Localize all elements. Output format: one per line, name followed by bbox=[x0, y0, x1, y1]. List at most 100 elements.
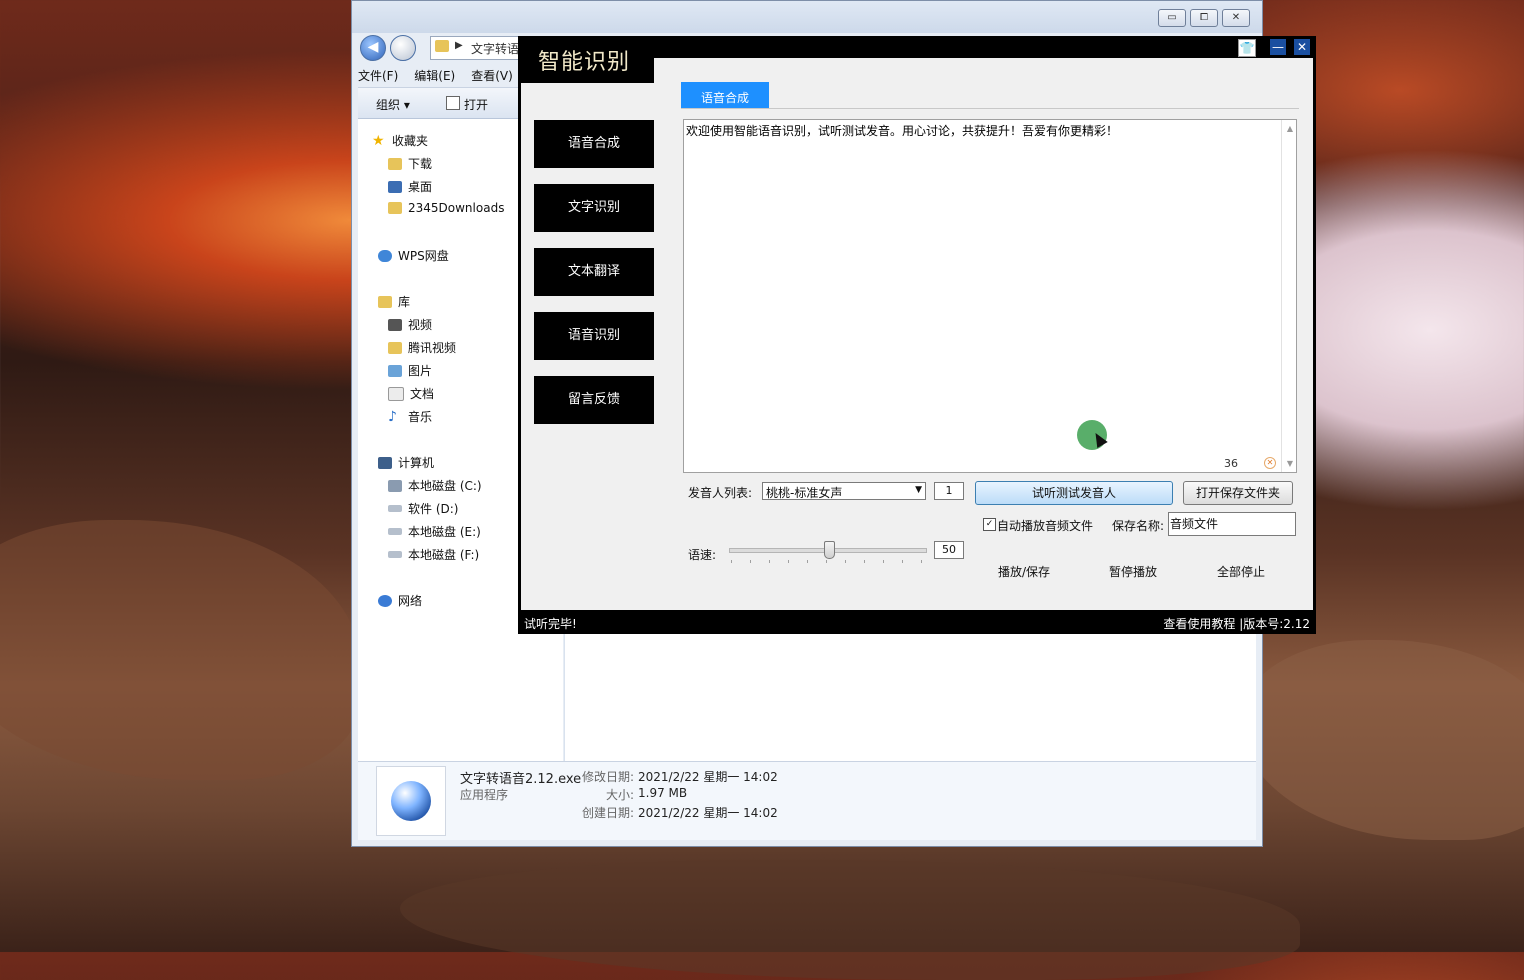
speaker-label: 发音人列表: bbox=[688, 486, 753, 500]
tree-label: 腾讯视频 bbox=[408, 341, 457, 355]
tab-divider bbox=[681, 108, 1299, 109]
created-value: 2021/2/22 星期一 14:02 bbox=[638, 806, 778, 820]
file-thumbnail bbox=[376, 766, 446, 836]
minimize-button[interactable]: ▭ bbox=[1158, 9, 1186, 27]
speed-slider-thumb[interactable] bbox=[824, 541, 835, 559]
menu-edit[interactable]: 编辑(E) bbox=[414, 67, 455, 84]
status-bar: 试听完毕! 查看使用教程 |版本号:2.12 bbox=[518, 610, 1316, 634]
library-icon bbox=[378, 295, 392, 308]
desktop-wallpaper-shape bbox=[400, 860, 1300, 980]
chevron-down-icon: ▼ bbox=[915, 485, 922, 495]
speed-value[interactable]: 50 bbox=[934, 541, 964, 559]
picture-icon bbox=[388, 364, 402, 377]
tree-network[interactable]: 网络 bbox=[378, 592, 422, 609]
tree-label: 本地磁盘 (E:) bbox=[408, 525, 481, 539]
drive-icon bbox=[388, 528, 402, 535]
tutorial-version-link[interactable]: 查看使用教程 |版本号:2.12 bbox=[1163, 615, 1310, 632]
tree-drive-f[interactable]: 本地磁盘 (F:) bbox=[388, 546, 479, 563]
skin-button[interactable]: 👕 bbox=[1238, 39, 1256, 57]
tree-desktop[interactable]: 桌面 bbox=[388, 178, 432, 195]
tree-label: 2345Downloads bbox=[408, 201, 505, 215]
tree-wps-cloud[interactable]: WPS网盘 bbox=[378, 247, 449, 264]
sidebar-item-text-translation[interactable]: 文本翻译 bbox=[534, 248, 654, 296]
network-icon bbox=[378, 594, 392, 607]
file-name: 文字转语音2.12.exe bbox=[460, 772, 582, 787]
clear-icon[interactable]: ✕ bbox=[1264, 457, 1276, 469]
open-folder-button[interactable]: 打开保存文件夹 bbox=[1183, 481, 1293, 505]
app-minimize-button[interactable]: — bbox=[1270, 39, 1286, 55]
tree-drive-d[interactable]: 软件 (D:) bbox=[388, 500, 458, 517]
tree-downloads[interactable]: 下载 bbox=[388, 155, 432, 172]
speaker-select[interactable]: 桃桃-标准女声 ▼ bbox=[762, 482, 926, 500]
tree-favorites[interactable]: ★ 收藏夹 bbox=[372, 132, 428, 149]
tree-label: 桌面 bbox=[408, 180, 433, 194]
desktop-wallpaper-shape bbox=[0, 520, 360, 780]
drive-icon bbox=[388, 505, 402, 512]
app-title: 智能识别 bbox=[538, 50, 631, 75]
save-name-input[interactable]: 音频文件 bbox=[1168, 512, 1296, 536]
tree-computer[interactable]: 计算机 bbox=[378, 454, 434, 471]
tree-pictures[interactable]: 图片 bbox=[388, 362, 432, 379]
size-value: 1.97 MB bbox=[638, 786, 688, 800]
folder-icon bbox=[435, 40, 449, 52]
tree-label: 下载 bbox=[408, 157, 433, 171]
explorer-titlebar: ▭ ⧠ ✕ bbox=[352, 1, 1262, 33]
organize-button[interactable]: 组织 ▾ bbox=[376, 96, 410, 113]
tree-label: 收藏夹 bbox=[392, 134, 429, 148]
tree-documents[interactable]: 文档 bbox=[388, 385, 434, 402]
tree-2345downloads[interactable]: 2345Downloads bbox=[388, 201, 504, 215]
tree-label: 音乐 bbox=[408, 410, 433, 424]
details-pane: 文字转语音2.12.exe 应用程序 修改日期: 2021/2/22 星期一 1… bbox=[358, 761, 1256, 840]
video-icon bbox=[388, 318, 402, 331]
scroll-up-icon[interactable]: ▲ bbox=[1287, 124, 1293, 133]
preview-speaker-button[interactable]: 试听测试发音人 bbox=[975, 481, 1173, 505]
tree-tencent-video[interactable]: 腾讯视频 bbox=[388, 339, 456, 356]
star-icon: ★ bbox=[372, 132, 385, 149]
tree-label: 本地磁盘 (F:) bbox=[408, 548, 480, 562]
sidebar-item-speech-synthesis[interactable]: 语音合成 bbox=[534, 120, 654, 168]
scroll-down-icon[interactable]: ▼ bbox=[1287, 459, 1293, 468]
cloud-icon bbox=[378, 249, 392, 262]
speaker-count[interactable]: 1 bbox=[934, 482, 964, 500]
stop-all-button[interactable]: 全部停止 bbox=[1217, 563, 1265, 580]
tree-label: 网络 bbox=[398, 594, 423, 608]
created-label: 创建日期: bbox=[582, 806, 635, 820]
vertical-scrollbar[interactable]: ▲ ▼ bbox=[1281, 120, 1296, 472]
open-button[interactable]: 打开 bbox=[464, 96, 488, 113]
download-folder-icon bbox=[388, 157, 402, 170]
app-exe-icon bbox=[391, 781, 431, 821]
tree-drive-e[interactable]: 本地磁盘 (E:) bbox=[388, 523, 481, 540]
autoplay-checkbox[interactable]: ✓ bbox=[983, 518, 996, 531]
maximize-button[interactable]: ⧠ bbox=[1190, 9, 1218, 27]
tree-label: 计算机 bbox=[398, 456, 435, 470]
speed-slider-ticks bbox=[731, 560, 925, 563]
tree-label: 本地磁盘 (C:) bbox=[408, 479, 482, 493]
back-button[interactable]: ◀ bbox=[360, 35, 386, 61]
tree-music[interactable]: ♪ 音乐 bbox=[388, 408, 432, 425]
sidebar-item-text-recognition[interactable]: 文字识别 bbox=[534, 184, 654, 232]
menu-view[interactable]: 查看(V) bbox=[471, 67, 513, 84]
app-close-button[interactable]: ✕ bbox=[1294, 39, 1310, 55]
synthesis-text-input[interactable]: 欢迎使用智能语音识别，试听测试发音。用心讨论，共获提升！吾爱有你更精彩！ ▲ ▼… bbox=[683, 119, 1297, 473]
tree-libraries[interactable]: 库 bbox=[378, 293, 410, 310]
open-icon bbox=[446, 96, 460, 110]
document-icon bbox=[388, 386, 404, 401]
save-name-label: 保存名称: bbox=[1112, 519, 1165, 533]
drive-icon bbox=[388, 479, 402, 492]
sidebar-item-feedback[interactable]: 留言反馈 bbox=[534, 376, 654, 424]
chevron-right-icon: ▶ bbox=[455, 40, 463, 51]
menu-file[interactable]: 文件(F) bbox=[358, 67, 398, 84]
tab-speech-synthesis[interactable]: 语音合成 bbox=[681, 82, 769, 108]
app-body: 语音合成 文字识别 文本翻译 语音识别 留言反馈 语音合成 欢迎使用智能语音识别… bbox=[521, 58, 1313, 610]
forward-button[interactable] bbox=[390, 35, 416, 61]
tree-label: WPS网盘 bbox=[398, 249, 449, 263]
sidebar-item-speech-recognition[interactable]: 语音识别 bbox=[534, 312, 654, 360]
modified-value: 2021/2/22 星期一 14:02 bbox=[638, 770, 778, 784]
drive-icon bbox=[388, 551, 402, 558]
close-button[interactable]: ✕ bbox=[1222, 9, 1250, 27]
play-save-button[interactable]: 播放/保存 bbox=[998, 563, 1050, 580]
tree-drive-c[interactable]: 本地磁盘 (C:) bbox=[388, 477, 482, 494]
autoplay-label: 自动播放音频文件 bbox=[997, 519, 1094, 533]
pause-button[interactable]: 暂停播放 bbox=[1109, 563, 1157, 580]
tree-videos[interactable]: 视频 bbox=[388, 316, 432, 333]
